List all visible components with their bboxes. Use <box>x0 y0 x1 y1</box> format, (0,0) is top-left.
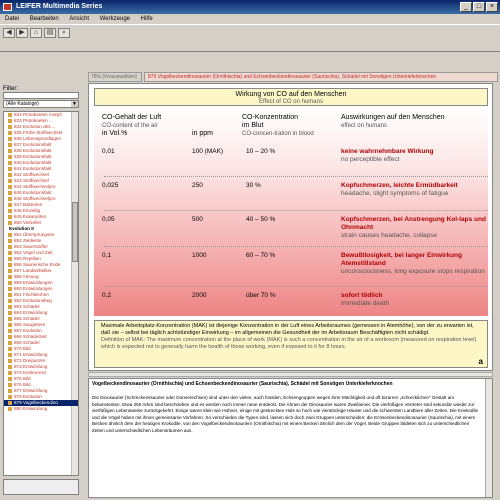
row-blood: über 70 % <box>246 292 276 299</box>
close-button[interactable]: × <box>486 2 498 12</box>
col2-header-de: CO-Konzentration <box>242 114 299 121</box>
col3-header-de: Auswirkungen auf den Menschen <box>341 114 445 121</box>
row-effect-en: unconsciousness, long exposure stops res… <box>341 268 485 275</box>
row-divider <box>104 176 488 177</box>
row-effect-de: Kopfschmerzen, leichte Ermüdbarkeit <box>341 182 458 189</box>
toolbar: ◀ ▶ ⌂ ▤ ⌕ <box>0 24 500 52</box>
print-icon[interactable]: ▤ <box>44 28 56 38</box>
col1-header-de: CO-Gehalt der Luft <box>102 114 162 121</box>
row-vol: 0,025 <box>102 182 119 189</box>
menu-hilfe[interactable]: Hilfe <box>141 16 153 22</box>
back-icon[interactable]: ◀ <box>3 28 15 38</box>
row-effect-en: headache, slight symptoms of fatigue <box>341 190 449 197</box>
menu-bar: Datei Bearbeiten Ansicht Werkzeuge Hilfe <box>0 14 500 24</box>
corner-mark: a <box>478 357 483 366</box>
window-title: LEIFER Multimedia Series <box>16 3 103 10</box>
chart-title: Wirkung von CO auf den Menschen <box>235 91 347 98</box>
row-effect: Kopfschmerzen, bei Anstrengung Kol-laps … <box>341 216 486 240</box>
search-icon[interactable]: ⌕ <box>58 28 70 38</box>
row-blood: 60 – 70 % <box>246 252 276 259</box>
chart-title-box: Wirkung von CO auf den Menschen Effect o… <box>94 88 488 106</box>
row-effect: keine wahrnehmbare Wirkung no perceptible… <box>341 148 486 164</box>
mak-text-de: Maximale Arbeitsplatz-Konzentration (MAK… <box>101 323 474 336</box>
row-effect-en: strain causes headache, collapse <box>341 232 438 239</box>
row-vol: 0,2 <box>102 292 112 299</box>
description-panel: Vogelbeckendinosaurier (Ornithischia) un… <box>88 378 493 498</box>
mak-text-en: Definition of MAK: The maximum concentra… <box>101 337 477 350</box>
filter-input[interactable] <box>3 92 79 99</box>
row-effect-de: sofort tödlich <box>341 292 383 299</box>
row-divider <box>104 210 488 211</box>
title-bar: LEIFER Multimedia Series _ □ × <box>0 0 500 14</box>
row-vol: 0,01 <box>102 148 115 155</box>
col2-header: CO-Konzentration im Blut CO-concen-trati… <box>242 114 337 138</box>
co-table: CO-Gehalt der Luft CO-content of the air… <box>94 106 488 316</box>
breadcrumb-left[interactable]: 78% [Vorauswählen] <box>88 72 142 82</box>
menu-datei[interactable]: Datei <box>5 16 19 22</box>
col2-header-de2: im Blut <box>242 122 264 129</box>
row-ppm: 500 <box>192 216 203 223</box>
row-ppm: 1000 <box>192 252 207 259</box>
breadcrumb: 78% [Vorauswählen] 879 Vogelbeckendinosa… <box>88 72 498 82</box>
row-vol: 0,05 <box>102 216 115 223</box>
col1-unit-ppm: in ppm <box>192 130 214 137</box>
main-content: Wirkung von CO auf den Menschen Effect o… <box>88 83 493 371</box>
minimize-button[interactable]: _ <box>460 2 472 12</box>
topic-tree[interactable]: 832 Protokoeten morph 833 Protokoeten ...… <box>3 111 79 476</box>
row-effect: Bewußtlosigkeit, bei langer Einwirkung A… <box>341 252 486 276</box>
menu-ansicht[interactable]: Ansicht <box>69 16 89 22</box>
home-icon[interactable]: ⌂ <box>30 28 42 38</box>
row-effect-de: keine wahrnehmbare Wirkung <box>341 148 434 155</box>
col1-unit-vol: in Vol.% <box>102 130 128 137</box>
horizontal-scrollbar[interactable] <box>88 372 493 377</box>
row-blood: 30 % <box>246 182 261 189</box>
col2-header-en: CO-concen-tration in blood <box>242 131 314 137</box>
row-ppm: 100 (MAK) <box>192 148 224 155</box>
menu-bearbeiten[interactable]: Bearbeiten <box>30 16 59 22</box>
sidebar: Filter: (Alle Kataloge) ▼ 832 Protokoete… <box>0 82 83 500</box>
col3-header-en: effect on humans <box>341 123 387 129</box>
row-effect-de: Kopfschmerzen, bei Anstrengung Kol-laps … <box>341 216 486 231</box>
chevron-down-icon[interactable]: ▼ <box>71 101 78 107</box>
row-effect: Kopfschmerzen, leichte Ermüdbarkeit heada… <box>341 182 486 198</box>
forward-icon[interactable]: ▶ <box>16 28 28 38</box>
menu-werkzeuge[interactable]: Werkzeuge <box>100 16 130 22</box>
catalog-select[interactable]: (Alle Kataloge) ▼ <box>3 100 79 108</box>
row-divider <box>104 286 488 287</box>
description-scrollbar[interactable] <box>485 379 492 497</box>
row-blood: 40 – 50 % <box>246 216 276 223</box>
app-icon <box>3 3 12 11</box>
row-vol: 0,1 <box>102 252 112 259</box>
col1-header-en: CO-content of the air <box>102 123 158 129</box>
col1-header: CO-Gehalt der Luft CO-content of the air… <box>102 114 237 138</box>
row-blood: 10 – 20 % <box>246 148 276 155</box>
sidebar-preview <box>3 479 79 495</box>
row-effect: sofort tödlich immediate death <box>341 292 486 308</box>
row-ppm: 250 <box>192 182 203 189</box>
description-body: Die Dinosaurier (Schreckenssaurier oder … <box>92 395 479 433</box>
breadcrumb-right[interactable]: 879 Vogelbeckendinosaurier (Ornithischia… <box>144 72 498 82</box>
window-controls: _ □ × <box>460 2 498 12</box>
col3-header: Auswirkungen auf den Menschen effect on … <box>341 114 486 130</box>
row-ppm: 2000 <box>192 292 207 299</box>
description-heading: Vogelbeckendinosaurier (Ornithischia) un… <box>92 381 393 387</box>
chart-subtitle: Effect of CO on humans <box>259 99 323 105</box>
catalog-select-value: (Alle Kataloge) <box>6 101 39 107</box>
tree-item[interactable]: 880 Entwicklung <box>4 406 78 412</box>
row-effect-en: immediate death <box>341 300 390 307</box>
row-divider <box>104 246 488 247</box>
row-effect-en: no perceptible effect <box>341 156 400 163</box>
mak-definition: Maximale Arbeitsplatz-Konzentration (MAK… <box>94 320 488 368</box>
maximize-button[interactable]: □ <box>473 2 485 12</box>
row-effect-de: Bewußtlosigkeit, bei langer Einwirkung A… <box>341 252 462 267</box>
